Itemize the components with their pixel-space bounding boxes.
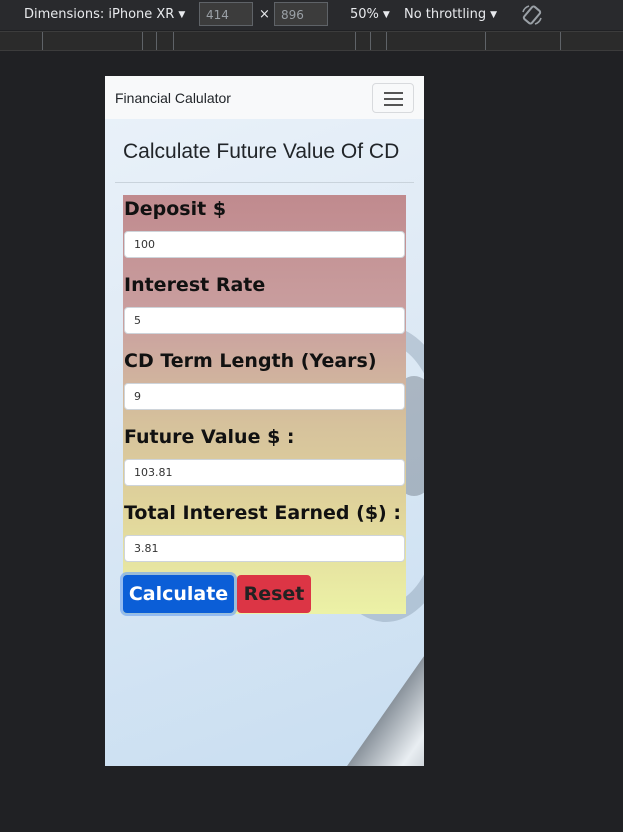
ruler-marker — [156, 32, 157, 50]
zoom-label: 50% — [350, 7, 379, 22]
hamburger-menu-icon — [384, 98, 403, 100]
viewport-width-input[interactable]: 414 — [199, 2, 253, 26]
page-title: Calculate Future Value Of CD — [123, 140, 400, 163]
dimensions-separator: × — [259, 7, 270, 22]
ruler-marker — [142, 32, 143, 50]
future-value-label: Future Value $ : — [124, 426, 295, 448]
caret-down-icon: ▼ — [490, 9, 497, 20]
interest-rate-input[interactable]: 5 — [124, 307, 405, 334]
term-length-label: CD Term Length (Years) — [124, 350, 377, 372]
interest-rate-label: Interest Rate — [124, 274, 266, 296]
term-length-input[interactable]: 9 — [124, 383, 405, 410]
navbar-toggler-button[interactable] — [372, 83, 414, 113]
zoom-dropdown[interactable]: 50% ▼ — [350, 7, 390, 22]
future-value-output[interactable]: 103.81 — [124, 459, 405, 486]
throttling-label: No throttling — [404, 7, 487, 22]
deposit-input[interactable]: 100 — [124, 231, 405, 258]
total-interest-output[interactable]: 3.81 — [124, 535, 405, 562]
ruler-marker — [355, 32, 356, 50]
device-dimensions-dropdown[interactable]: Dimensions: iPhone XR ▼ — [24, 7, 185, 22]
rotate-device-icon[interactable] — [520, 3, 544, 27]
ruler-marker — [560, 32, 561, 50]
hamburger-menu-icon — [384, 92, 403, 94]
ruler-marker — [386, 32, 387, 50]
device-dimensions-label: Dimensions: iPhone XR — [24, 7, 175, 22]
total-interest-label: Total Interest Earned ($) : — [124, 502, 401, 524]
calculate-button[interactable]: Calculate — [123, 575, 234, 613]
deposit-label: Deposit $ — [124, 198, 227, 220]
reset-button[interactable]: Reset — [237, 575, 311, 613]
caret-down-icon: ▼ — [178, 9, 186, 20]
background-image-decoration — [314, 648, 424, 766]
ruler-marker — [370, 32, 371, 50]
device-toolbar: Dimensions: iPhone XR ▼ 414 × 896 50% ▼ … — [0, 0, 623, 30]
ruler-marker — [173, 32, 174, 50]
cd-calculator-form: Deposit $ 100 Interest Rate 5 CD Term Le… — [123, 195, 406, 614]
ruler-marker — [42, 32, 43, 50]
divider — [115, 182, 414, 183]
media-query-ruler — [0, 31, 623, 51]
viewport-height-input[interactable]: 896 — [274, 2, 328, 26]
navbar: Financial Calulator — [105, 76, 424, 119]
throttling-dropdown[interactable]: No throttling ▼ — [404, 7, 497, 22]
navbar-brand[interactable]: Financial Calulator — [115, 90, 231, 106]
phone-viewport: Financial Calulator Calculate Future Val… — [105, 76, 424, 766]
hamburger-menu-icon — [384, 104, 403, 106]
ruler-marker — [485, 32, 486, 50]
caret-down-icon: ▼ — [382, 9, 390, 20]
